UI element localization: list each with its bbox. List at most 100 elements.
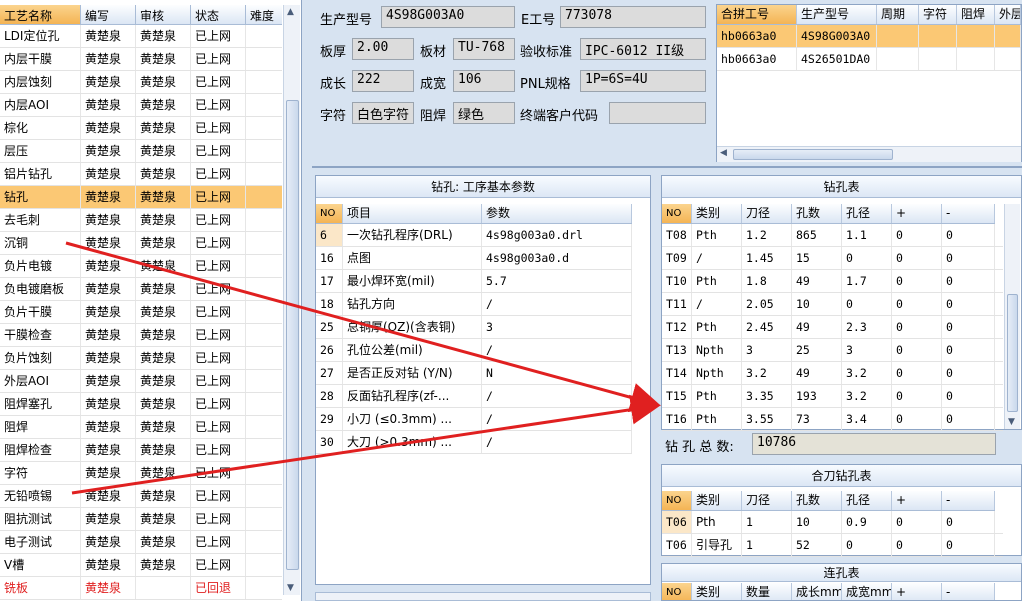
table-row[interactable]: T10 Pth 1.8 49 1.7 0 0	[662, 270, 1003, 293]
material-field[interactable]: TU-768	[453, 38, 515, 60]
scrollbar-thumb[interactable]	[733, 149, 893, 160]
combine-hscrollbar[interactable]: ◀	[717, 146, 1021, 162]
process-row[interactable]: 阻焊 黄楚泉 黄楚泉 已上网	[0, 416, 282, 439]
table-row[interactable]: T15 Pth 3.35 193 3.2 0 0	[662, 385, 1003, 408]
pnl-field[interactable]: 1P=6S=4U	[580, 70, 706, 92]
col-header-minus[interactable]: -	[942, 583, 995, 600]
table-row[interactable]: 30 大刀 (>0.3mm) ... /	[316, 431, 632, 454]
process-row[interactable]: 钻孔 黄楚泉 黄楚泉 已上网	[0, 186, 282, 209]
scroll-left-icon[interactable]: ◀	[720, 148, 727, 158]
process-row[interactable]: 内层干膜 黄楚泉 黄楚泉 已上网	[0, 48, 282, 71]
scroll-up-icon[interactable]: ▲	[287, 7, 294, 17]
process-row[interactable]: 沉铜 黄楚泉 黄楚泉 已上网	[0, 232, 282, 255]
grow-field[interactable]: 222	[352, 70, 414, 92]
col-header-status[interactable]: 状态	[191, 5, 246, 24]
col-header-wid[interactable]: 成宽mm	[842, 583, 892, 600]
process-row[interactable]: 字符 黄楚泉 黄楚泉 已上网	[0, 462, 282, 485]
table-row[interactable]: T08 Pth 1.2 865 1.1 0 0	[662, 224, 1003, 247]
table-row[interactable]: T14 Npth 3.2 49 3.2 0 0	[662, 362, 1003, 385]
table-row[interactable]: T06 引导孔 1 52 0 0 0	[662, 534, 1003, 557]
process-list-scrollbar[interactable]: ▲ ▼	[283, 5, 300, 595]
width-field[interactable]: 106	[453, 70, 515, 92]
col-header-no[interactable]: NO	[662, 204, 692, 223]
col-header-item[interactable]: 项目	[343, 204, 482, 223]
table-row[interactable]: 27 是否正反对钻 (Y/N) N	[316, 362, 632, 385]
col-header-plus[interactable]: +	[892, 491, 942, 510]
process-row[interactable]: 阻抗测试 黄楚泉 黄楚泉 已上网	[0, 508, 282, 531]
process-row[interactable]: 内层AOI 黄楚泉 黄楚泉 已上网	[0, 94, 282, 117]
table-row[interactable]: 28 反面钻孔程序(zf-... /	[316, 385, 632, 408]
table-row[interactable]: T16 Pth 3.55 73 3.4 0 0	[662, 408, 1003, 431]
table-row[interactable]: 18 钻孔方向 /	[316, 293, 632, 316]
table-row[interactable]: hb0663a0 4S26501DA0	[717, 48, 1021, 71]
process-row[interactable]: 去毛刺 黄楚泉 黄楚泉 已上网	[0, 209, 282, 232]
total-holes-field[interactable]: 10786	[752, 433, 996, 455]
table-row[interactable]: T09/1.45 15 0 0 0	[662, 247, 1003, 270]
col-header-no[interactable]: NO	[662, 491, 692, 510]
col-header-hole-dia[interactable]: 孔径	[842, 491, 892, 510]
col-header-tool-dia[interactable]: 刀径	[742, 204, 792, 223]
col-header-type[interactable]: 类别	[692, 491, 742, 510]
scrollbar-thumb[interactable]	[1007, 294, 1018, 412]
col-header-hole-count[interactable]: 孔数	[792, 491, 842, 510]
col-header-param[interactable]: 参数	[482, 204, 632, 223]
col-header-outer[interactable]: 外层	[995, 5, 1021, 24]
col-header-plus[interactable]: +	[892, 204, 942, 223]
table-row[interactable]: T11/2.05 10 0 0 0	[662, 293, 1003, 316]
table-row[interactable]: 26 孔位公差(mil) /	[316, 339, 632, 362]
col-header-type[interactable]: 类别	[692, 583, 742, 600]
customer-field[interactable]	[609, 102, 706, 124]
table-row[interactable]: T13 Npth 3 25 3 0 0	[662, 339, 1003, 362]
col-header-hole-dia[interactable]: 孔径	[842, 204, 892, 223]
col-header-len[interactable]: 成长mm	[792, 583, 842, 600]
process-row[interactable]: 负片电镀 黄楚泉 黄楚泉 已上网	[0, 255, 282, 278]
col-header-reviewer[interactable]: 审核	[136, 5, 191, 24]
col-header-model[interactable]: 生产型号	[797, 5, 877, 24]
col-header-char[interactable]: 字符	[919, 5, 957, 24]
table-row[interactable]: T12 Pth 2.45 49 2.3 0 0	[662, 316, 1003, 339]
process-row[interactable]: 外层AOI 黄楚泉 黄楚泉 已上网	[0, 370, 282, 393]
process-row[interactable]: 层压 黄楚泉 黄楚泉 已上网	[0, 140, 282, 163]
prod-model-field[interactable]: 4S98G003A0	[381, 6, 515, 28]
process-row[interactable]: 负电镀磨板 黄楚泉 黄楚泉 已上网	[0, 278, 282, 301]
e-no-field[interactable]: 773078	[560, 6, 706, 28]
thickness-field[interactable]: 2.00	[352, 38, 414, 60]
process-row[interactable]: 干膜检查 黄楚泉 黄楚泉 已上网	[0, 324, 282, 347]
process-row[interactable]: 无铅喷锡 黄楚泉 黄楚泉 已上网	[0, 485, 282, 508]
char-field[interactable]: 白色字符	[352, 102, 414, 124]
drill-vscrollbar[interactable]: ▼	[1004, 204, 1020, 429]
table-row[interactable]: 16 点图 4s98g003a0.d	[316, 247, 632, 270]
process-row[interactable]: V槽 黄楚泉 黄楚泉 已上网	[0, 554, 282, 577]
col-header-qty[interactable]: 数量	[742, 583, 792, 600]
process-row[interactable]: 电子测试 黄楚泉 黄楚泉 已上网	[0, 531, 282, 554]
col-header-type[interactable]: 类别	[692, 204, 742, 223]
col-header-combine-no[interactable]: 合拼工号	[717, 5, 797, 24]
col-header-minus[interactable]: -	[942, 204, 995, 223]
process-row[interactable]: 阻焊塞孔 黄楚泉 黄楚泉 已上网	[0, 393, 282, 416]
col-header-difficulty[interactable]: 难度	[246, 5, 282, 24]
col-header-mask[interactable]: 阻焊	[957, 5, 995, 24]
table-row[interactable]: 17 最小焊环宽(mil) 5.7	[316, 270, 632, 293]
col-header-hole-count[interactable]: 孔数	[792, 204, 842, 223]
col-header-tool-dia[interactable]: 刀径	[742, 491, 792, 510]
col-header-no[interactable]: NO	[662, 583, 692, 600]
col-header-process[interactable]: 工艺名称	[0, 5, 81, 24]
table-row[interactable]: 29 小刀 (≤0.3mm) ... /	[316, 408, 632, 431]
scroll-down-icon[interactable]: ▼	[1008, 417, 1015, 427]
table-row[interactable]: 25 总铜厚(OZ)(含表铜) 3	[316, 316, 632, 339]
process-row[interactable]: 棕化 黄楚泉 黄楚泉 已上网	[0, 117, 282, 140]
mask-field[interactable]: 绿色	[453, 102, 515, 124]
accept-field[interactable]: IPC-6012 II级	[580, 38, 706, 60]
process-row[interactable]: 阻焊检查 黄楚泉 黄楚泉 已上网	[0, 439, 282, 462]
process-row[interactable]: 负片蚀刻 黄楚泉 黄楚泉 已上网	[0, 347, 282, 370]
col-header-cycle[interactable]: 周期	[877, 5, 919, 24]
table-row[interactable]: hb0663a0 4S98G003A0	[717, 25, 1021, 48]
col-header-writer[interactable]: 编写	[81, 5, 136, 24]
process-row[interactable]: 铣板 黄楚泉 已回退	[0, 577, 282, 600]
col-header-minus[interactable]: -	[942, 491, 995, 510]
process-row[interactable]: LDI定位孔 黄楚泉 黄楚泉 已上网	[0, 25, 282, 48]
table-row[interactable]: T06 Pth 1 10 0.9 0 0	[662, 511, 1003, 534]
col-header-no[interactable]: NO	[316, 204, 343, 223]
process-row[interactable]: 铝片钻孔 黄楚泉 黄楚泉 已上网	[0, 163, 282, 186]
table-row[interactable]: 6 一次钻孔程序(DRL) 4s98g003a0.drl	[316, 224, 632, 247]
